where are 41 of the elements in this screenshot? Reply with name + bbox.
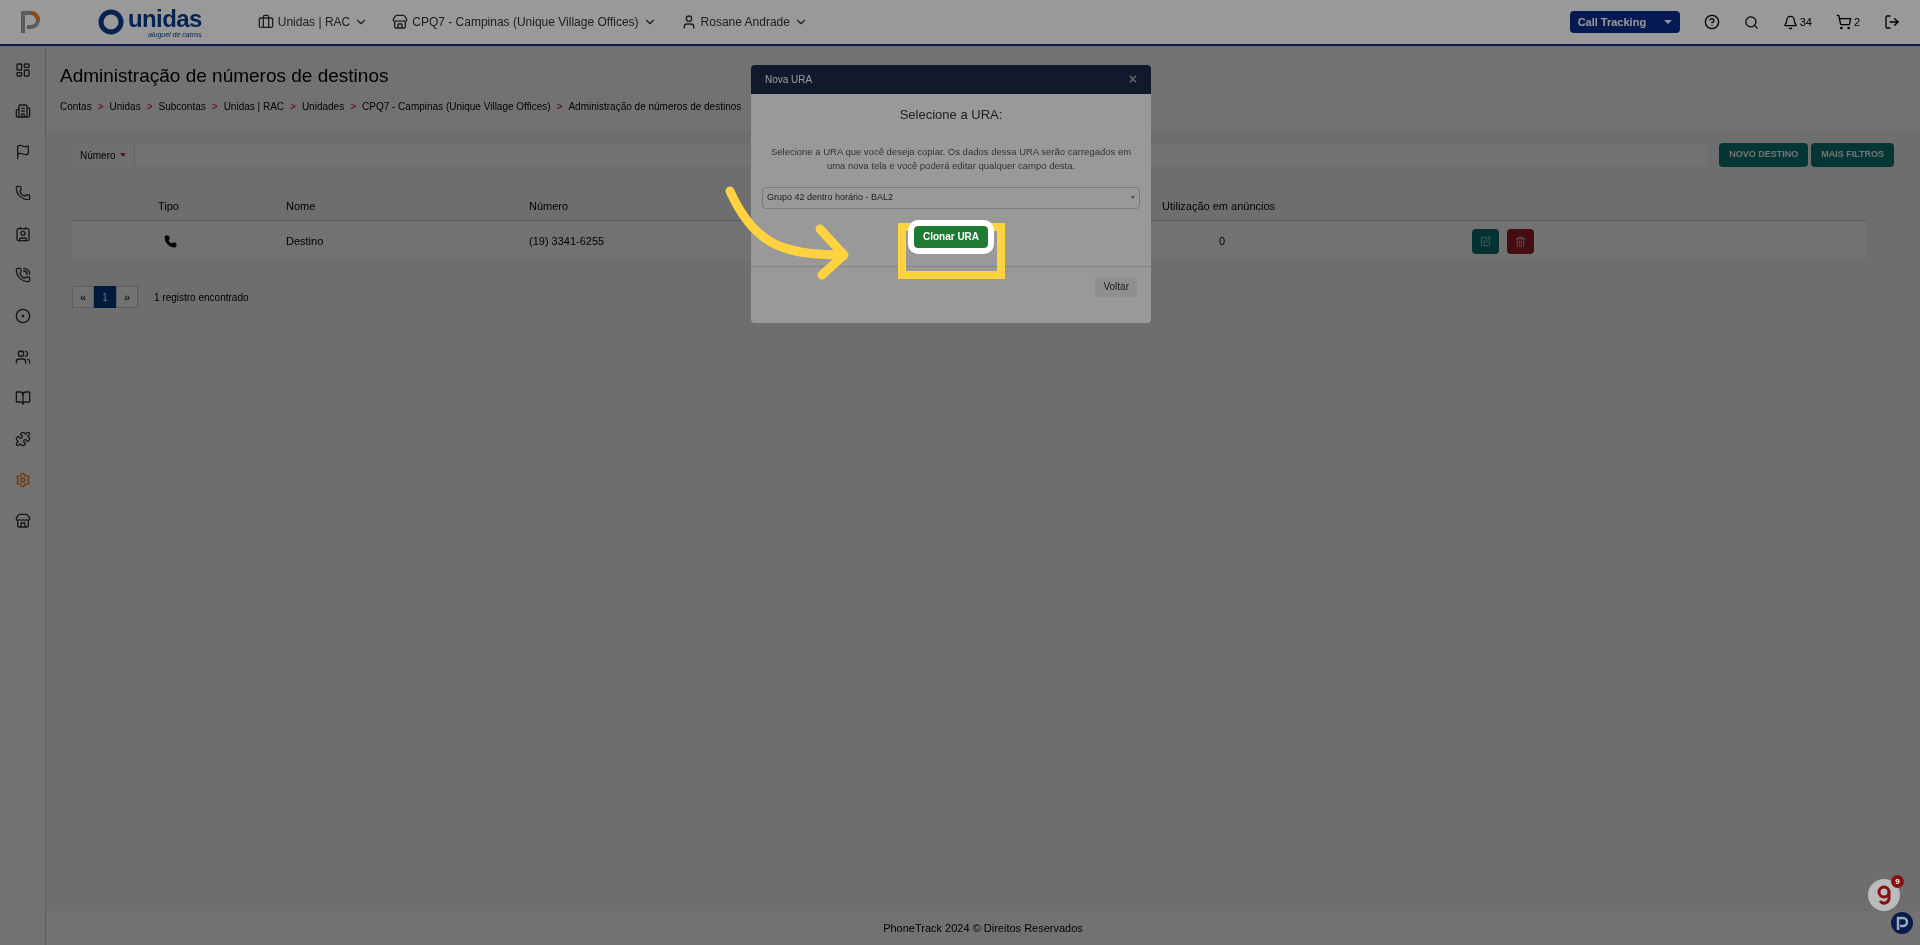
- breadcrumb-link[interactable]: Subcontas: [158, 98, 206, 114]
- modal-title: Nova URA: [765, 73, 813, 87]
- ura-select[interactable]: Grupo 42 dentro horário - BAL2: [762, 186, 1140, 209]
- breadcrumb-link[interactable]: Administração de números de destinos: [568, 98, 742, 114]
- modal-heading: Selecione a URA:: [898, 106, 1004, 124]
- breadcrumb-separator: >: [290, 99, 296, 114]
- breadcrumb-link[interactable]: CPQ7 - Campinas (Unique Village Offices): [362, 98, 551, 114]
- page-title: Administração de números de destinos: [60, 64, 389, 88]
- action-button[interactable]: NOVO DESTINO: [1719, 143, 1809, 167]
- pagination-prev[interactable]: «: [72, 286, 94, 308]
- close-button[interactable]: ×: [1128, 69, 1137, 90]
- account-dropdown[interactable]: Unidas | RAC: [257, 13, 369, 31]
- unit-dropdown[interactable]: CPQ7 - Campinas (Unique Village Offices): [392, 13, 657, 31]
- result-count: 1 registro encontrado: [154, 290, 249, 305]
- breadcrumb-separator: >: [350, 99, 356, 114]
- brand-name: unidas: [128, 6, 202, 31]
- action-button[interactable]: MAIS FILTROS: [1811, 143, 1894, 167]
- column-header[interactable]: Utilização em anúncios: [1162, 200, 1276, 213]
- breadcrumb-separator: >: [97, 99, 104, 114]
- table-cell: 0: [1219, 234, 1226, 247]
- pagination-next[interactable]: »: [116, 286, 138, 308]
- notifications-button[interactable]: 34: [1782, 13, 1812, 31]
- back-button[interactable]: Voltar: [1095, 276, 1137, 297]
- user-dropdown[interactable]: Rosane Andrade: [680, 13, 808, 31]
- breadcrumb-link[interactable]: Unidades: [301, 98, 345, 114]
- table-cell: Destino: [286, 234, 324, 247]
- pagination-page[interactable]: 1: [94, 286, 116, 308]
- breadcrumb-separator: >: [146, 99, 153, 114]
- table-cell: (19) 3341-6255: [529, 234, 605, 247]
- breadcrumb-separator: >: [211, 99, 218, 114]
- breadcrumb-separator: >: [556, 99, 563, 114]
- column-header[interactable]: Nome: [286, 200, 316, 213]
- product-select[interactable]: Call Tracking: [1569, 11, 1680, 33]
- column-header[interactable]: Tipo: [158, 200, 179, 213]
- breadcrumb-link[interactable]: Unidas: [109, 98, 141, 114]
- cart-button[interactable]: 2: [1835, 13, 1860, 31]
- breadcrumb-link[interactable]: Contas: [60, 98, 92, 114]
- breadcrumb-link[interactable]: Unidas | RAC: [223, 98, 285, 114]
- footer-text: PhoneTrack 2024 © Direitos Reservados: [883, 920, 1083, 936]
- column-header[interactable]: Número: [529, 200, 569, 213]
- modal-description: Selecione a URA que você deseja copiar. Os dados dessa URA serão carregados em uma nova tela e você poderá editar qualquer campo desta.: [769, 144, 1133, 173]
